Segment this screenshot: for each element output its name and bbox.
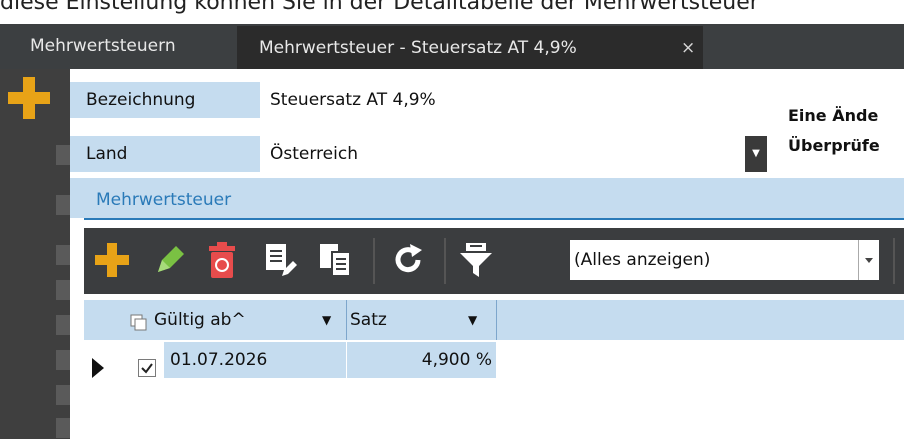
add-icon[interactable] <box>92 240 132 280</box>
refresh-icon[interactable] <box>388 240 428 280</box>
chevron-down-icon[interactable]: ▼ <box>745 136 767 172</box>
sidebar-handle[interactable] <box>56 280 70 300</box>
sidebar-handle[interactable] <box>56 195 70 215</box>
tab-mehrwertsteuern[interactable]: Mehrwertsteuern <box>0 24 212 69</box>
tab-label: Mehrwertsteuer - Steuersatz AT 4,9% <box>259 38 577 58</box>
filter-select[interactable]: (Alles anzeigen) <box>570 240 858 280</box>
column-divider[interactable] <box>496 300 497 340</box>
info-text-line1: Eine Ände <box>788 106 879 125</box>
sidebar-handle[interactable] <box>56 385 70 405</box>
cell-gueltig-ab[interactable]: 01.07.2026 <box>164 342 346 378</box>
filter-dropdown-icon[interactable]: ▼ <box>468 300 488 340</box>
copy-document-icon[interactable] <box>316 240 356 280</box>
chevron-down-icon[interactable] <box>858 240 879 280</box>
toolbar-separator <box>444 238 446 284</box>
edit-document-icon[interactable] <box>260 240 300 280</box>
sidebar-handle[interactable] <box>56 145 70 165</box>
section-tab-mehrwertsteuer[interactable]: Mehrwertsteuer <box>96 178 231 218</box>
cell-satz[interactable]: 4,900 % <box>347 342 496 378</box>
column-header-satz[interactable]: Satz <box>350 300 460 340</box>
bezeichnung-label: Bezeichnung <box>86 90 196 110</box>
toolbar-separator <box>893 238 895 284</box>
filter-icon[interactable] <box>456 240 496 280</box>
row-checkbox[interactable] <box>138 359 156 377</box>
toolbar-separator <box>373 238 375 284</box>
section-divider <box>84 218 904 220</box>
sidebar-handle[interactable] <box>56 418 70 438</box>
sidebar-handle[interactable] <box>56 350 70 370</box>
info-text-line2: Überprüfe <box>788 136 880 155</box>
close-icon[interactable]: × <box>681 26 695 71</box>
bezeichnung-input[interactable]: Steuersatz AT 4,9% <box>260 82 760 118</box>
column-chooser-icon[interactable] <box>130 314 148 332</box>
filter-dropdown-icon[interactable]: ▼ <box>322 300 342 340</box>
row-indicator-icon <box>92 358 104 378</box>
background-doc-text: diese Einstellung können Sie in der Deta… <box>0 0 759 15</box>
sidebar-handle[interactable] <box>56 245 70 265</box>
column-header-gueltig-ab[interactable]: Gültig ab^ <box>154 300 324 340</box>
column-divider[interactable] <box>346 300 347 340</box>
tab-mehrwertsteuer-detail[interactable]: Mehrwertsteuer - Steuersatz AT 4,9% × <box>237 24 703 69</box>
delete-icon[interactable] <box>202 240 242 280</box>
land-select[interactable]: Österreich <box>260 136 745 172</box>
edit-icon[interactable] <box>150 240 190 280</box>
add-icon[interactable] <box>6 75 52 121</box>
land-label: Land <box>86 144 128 164</box>
sidebar-handle[interactable] <box>56 315 70 335</box>
